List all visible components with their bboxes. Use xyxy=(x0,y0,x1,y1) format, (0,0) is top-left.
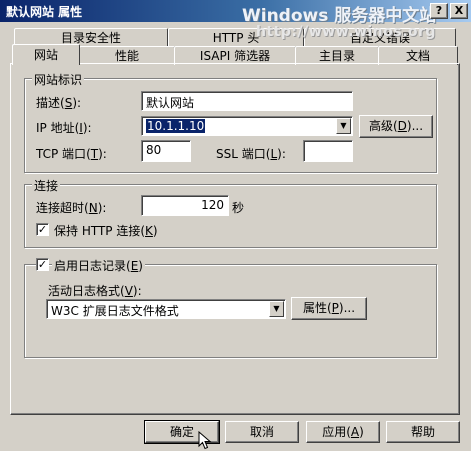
group-label-connection: 连接 xyxy=(32,177,61,194)
mouse-cursor-icon xyxy=(198,431,212,450)
log-format-value: W3C 扩展日志文件格式 xyxy=(51,304,179,318)
ssl-port-label: SSL 端口(L): xyxy=(216,147,286,161)
title-bar[interactable]: 默认网站 属性 Windows 服务器中文站 ? X xyxy=(0,0,471,26)
enable-logging-checkbox[interactable]: ✓ xyxy=(36,258,49,271)
tcp-port-input[interactable]: 80 xyxy=(141,140,191,162)
help-button[interactable]: 帮助 xyxy=(386,421,460,443)
log-format-select[interactable]: W3C 扩展日志文件格式 ▼ xyxy=(46,299,286,319)
connection-timeout-label: 连接超时(N): xyxy=(36,201,107,215)
connection-timeout-input[interactable]: 120 xyxy=(141,195,229,216)
window-title: 默认网站 属性 xyxy=(6,5,83,19)
seconds-unit-label: 秒 xyxy=(232,201,245,215)
tcp-port-label: TCP 端口(T): xyxy=(36,147,107,161)
log-properties-button[interactable]: 属性(P)... xyxy=(291,297,367,320)
enable-logging-label: 启用日志记录(E) xyxy=(52,257,145,274)
chevron-down-icon[interactable]: ▼ xyxy=(269,301,284,317)
description-input[interactable]: 默认网站 xyxy=(141,91,353,111)
group-label-website-identification: 网站标识 xyxy=(32,71,85,88)
watermark-url: http://www.winos.org xyxy=(256,24,436,40)
keep-alive-label: 保持 HTTP 连接(K) xyxy=(54,224,158,238)
log-format-label: 活动日志格式(V): xyxy=(48,284,142,298)
ip-address-value: 10.1.1.10 xyxy=(146,119,206,133)
ip-address-label: IP 地址(I): xyxy=(36,121,92,135)
apply-button[interactable]: 应用(A) xyxy=(306,421,380,443)
cancel-button[interactable]: 取消 xyxy=(225,421,299,443)
watermark-text: Windows 服务器中文站 xyxy=(242,6,437,26)
close-title-button[interactable]: X xyxy=(450,3,468,19)
keep-alive-checkbox[interactable]: ✓ xyxy=(36,223,49,236)
description-label: 描述(S): xyxy=(36,96,82,110)
ssl-port-input[interactable] xyxy=(303,140,353,162)
ip-address-select[interactable]: 10.1.1.10 ▼ xyxy=(141,116,353,136)
tab-website[interactable]: 网站 xyxy=(12,44,80,65)
advanced-button[interactable]: 高级(D)... xyxy=(359,115,433,138)
chevron-down-icon[interactable]: ▼ xyxy=(336,118,351,134)
help-title-button[interactable]: ? xyxy=(430,3,448,19)
